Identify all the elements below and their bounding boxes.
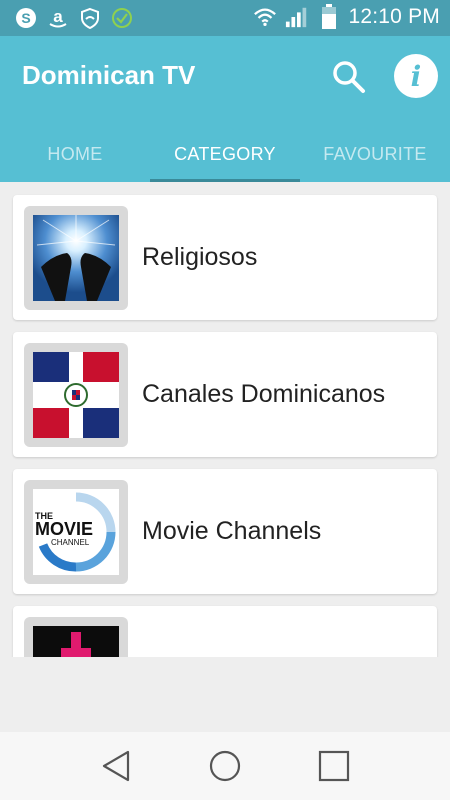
category-label: Music Channels	[142, 606, 320, 657]
home-icon	[209, 750, 241, 782]
tab-home[interactable]: HOME	[0, 126, 150, 182]
info-icon: i	[410, 59, 422, 93]
praying-hands-icon	[33, 215, 119, 301]
wifi-icon	[253, 5, 277, 29]
list-item[interactable]: THE MOVIE CHANNEL Movie Channels	[13, 469, 437, 594]
battery-icon	[317, 4, 341, 29]
movie-channel-logo-icon: THE MOVIE CHANNEL	[33, 489, 119, 575]
thumbnail-frame	[24, 617, 128, 657]
recents-icon	[318, 750, 349, 782]
app-bar: Dominican TV i HOME CATEGORY FAVOURITE	[0, 36, 450, 182]
app-title: Dominican TV	[22, 60, 196, 90]
recents-button[interactable]	[309, 741, 359, 791]
tab-category[interactable]: CATEGORY	[150, 126, 300, 182]
logo-line-3: CHANNEL	[51, 538, 90, 547]
amazon-icon: a	[46, 6, 70, 30]
check-circle-icon	[110, 6, 134, 30]
system-nav-bar	[0, 732, 450, 800]
tab-favourite[interactable]: FAVOURITE	[300, 126, 450, 182]
back-button[interactable]	[91, 741, 141, 791]
category-label: Canales Dominicanos	[142, 380, 386, 408]
thumbnail-frame	[24, 343, 128, 447]
list-item[interactable]: Religiosos	[13, 195, 437, 320]
thumbnail-frame	[24, 206, 128, 310]
status-time: 12:10 PM	[348, 5, 440, 28]
status-bar: S a 12:10 PM	[0, 0, 450, 36]
list-item[interactable]: Music Channels	[13, 606, 437, 657]
search-button[interactable]	[326, 54, 372, 100]
search-icon	[333, 61, 365, 93]
svg-text:a: a	[53, 7, 63, 26]
skype-icon: S	[14, 6, 38, 30]
signal-icon	[285, 5, 309, 29]
logo-line-2: MOVIE	[35, 519, 93, 539]
dominican-flag-icon	[33, 352, 119, 438]
category-list: Religiosos Canales Dominicanos THE MOVIE…	[0, 182, 450, 657]
shield-icon	[78, 6, 102, 30]
info-button[interactable]: i	[394, 54, 438, 98]
thumbnail-frame: THE MOVIE CHANNEL	[24, 480, 128, 584]
tab-bar: HOME CATEGORY FAVOURITE	[0, 126, 450, 182]
back-icon	[103, 750, 130, 782]
category-label: Movie Channels	[142, 517, 322, 545]
list-item[interactable]: Canales Dominicanos	[13, 332, 437, 457]
music-channel-logo-icon	[33, 626, 119, 657]
home-button[interactable]	[200, 741, 250, 791]
svg-text:S: S	[21, 10, 30, 26]
category-label: Religiosos	[142, 243, 258, 271]
